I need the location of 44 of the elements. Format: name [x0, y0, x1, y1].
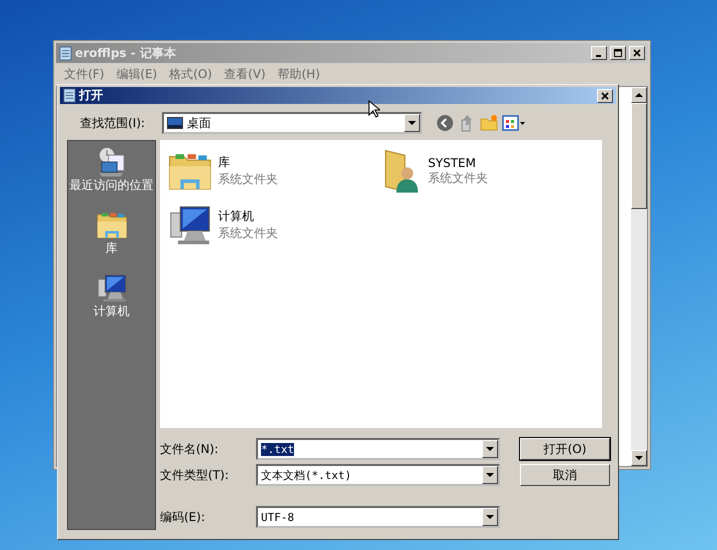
menu-item[interactable]: 查看(V): [220, 66, 270, 83]
file-name-field[interactable]: *.txt: [256, 438, 500, 460]
minimize-button[interactable]: [591, 46, 607, 60]
window-title: erofflps - 记事本: [75, 44, 176, 62]
menu-item[interactable]: 帮助(H): [274, 66, 324, 83]
vertical-scrollbar[interactable]: [631, 87, 647, 466]
menu-item[interactable]: 格式(O): [165, 66, 216, 83]
file-type: 系统文件夹: [218, 171, 278, 188]
file-name[interactable]: 计算机: [218, 208, 278, 225]
close-button[interactable]: [629, 46, 645, 60]
file-type-dropdown[interactable]: 文本文档(*.txt): [256, 464, 500, 486]
maximize-button[interactable]: [610, 46, 626, 60]
file-name[interactable]: 库: [218, 154, 278, 171]
file-type-label: 文件类型(T):: [160, 466, 230, 484]
file-type: 系统文件夹: [428, 170, 488, 186]
file-name-label: 文件名(N):: [160, 440, 220, 458]
file-name[interactable]: SYSTEM: [428, 156, 488, 170]
mouse-cursor-icon: [368, 100, 380, 118]
desktop-icon: [167, 117, 183, 129]
menu-item[interactable]: 编辑(E): [112, 66, 162, 83]
close-button[interactable]: [597, 88, 613, 102]
maximize-icon: [614, 49, 622, 57]
menu-item[interactable]: 文件(F): [60, 66, 108, 83]
dialog-title: 打开: [79, 87, 103, 104]
scroll-thumb[interactable]: [631, 103, 647, 209]
cancel-button[interactable]: 取消: [520, 464, 610, 486]
close-icon: [633, 49, 641, 57]
encoding-dropdown[interactable]: UTF-8: [256, 506, 500, 528]
notepad-icon: [63, 88, 76, 103]
file-type: 系统文件夹: [218, 225, 278, 242]
look-in-dropdown[interactable]: 桌面: [162, 112, 422, 134]
open-button[interactable]: 打开(O): [520, 438, 610, 460]
look-in-label: 查找范围(I):: [80, 114, 146, 132]
close-icon: [601, 92, 609, 100]
places-item[interactable]: 最近访问的位置: [70, 179, 154, 192]
encoding-label: 编码(E):: [160, 508, 206, 526]
notepad-icon: [59, 46, 72, 60]
scroll-up-button[interactable]: [631, 87, 647, 103]
down-arrow-icon: [635, 456, 643, 460]
places-item[interactable]: 计算机: [94, 305, 130, 319]
up-arrow-icon: [635, 93, 643, 97]
view-menu-icon[interactable]: [502, 114, 526, 132]
places-item[interactable]: 库: [106, 242, 118, 256]
scroll-down-button[interactable]: [631, 450, 647, 466]
